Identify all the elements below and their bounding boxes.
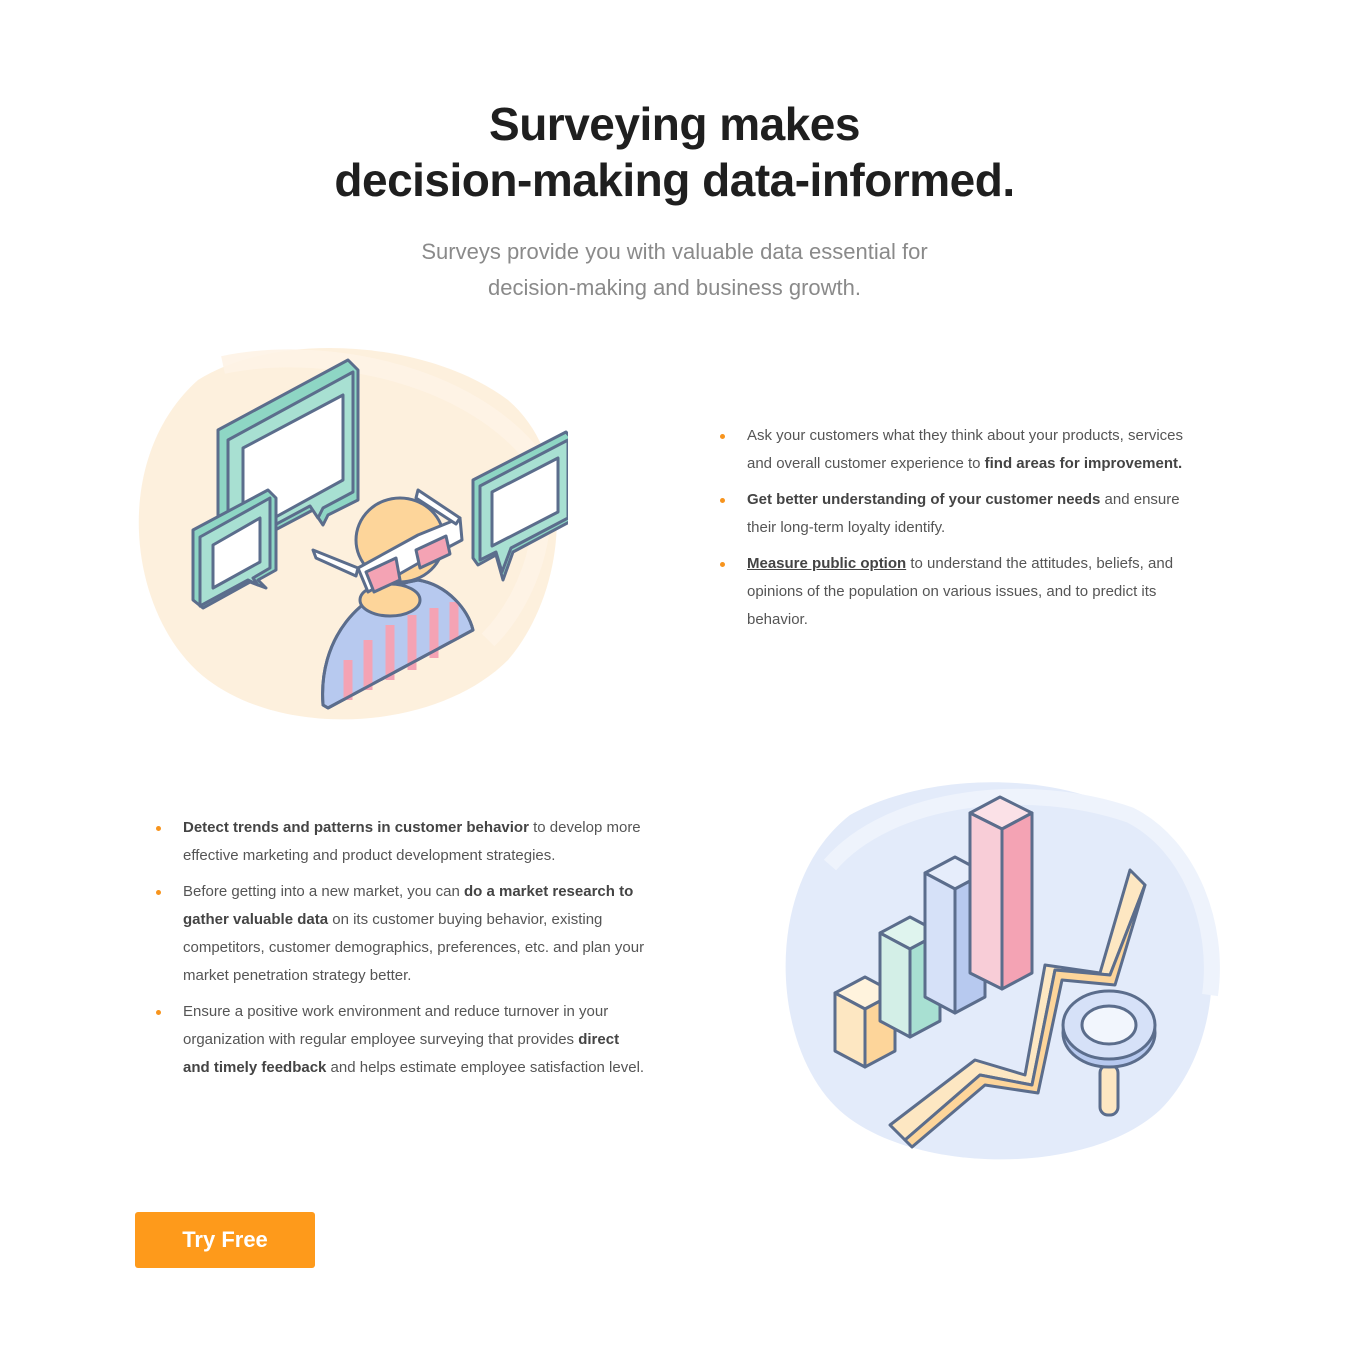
list-item: Detect trends and patterns in customer b…: [156, 814, 646, 870]
try-free-button[interactable]: Try Free: [135, 1212, 315, 1268]
list-item: Ensure a positive work environment and r…: [156, 998, 646, 1082]
page-subtitle: Surveys provide you with valuable data e…: [0, 234, 1349, 306]
list-item: Before getting into a new market, you ca…: [156, 878, 646, 990]
subtitle-line-1: Surveys provide you with valuable data e…: [421, 239, 928, 264]
subtitle-line-2: decision-making and business growth.: [488, 275, 861, 300]
analytics-chart-illustration: [770, 775, 1220, 1170]
benefits-list-2: Detect trends and patterns in customer b…: [156, 814, 646, 1090]
hero-section: Surveying makes decision-making data-inf…: [0, 96, 1349, 306]
person-feedback-illustration: [128, 340, 568, 730]
page-title: Surveying makes decision-making data-inf…: [0, 96, 1349, 208]
measure-public-option-link[interactable]: Measure public option: [747, 555, 906, 572]
list-item: Measure public option to understand the …: [720, 550, 1210, 634]
title-line-1: Surveying makes: [489, 98, 860, 150]
benefits-list-1: Ask your customers what they think about…: [720, 422, 1210, 642]
list-item: Get better understanding of your custome…: [720, 486, 1210, 542]
title-line-2: decision-making data-informed.: [334, 154, 1015, 206]
list-item: Ask your customers what they think about…: [720, 422, 1210, 478]
chart-bar-4: [968, 795, 1034, 991]
